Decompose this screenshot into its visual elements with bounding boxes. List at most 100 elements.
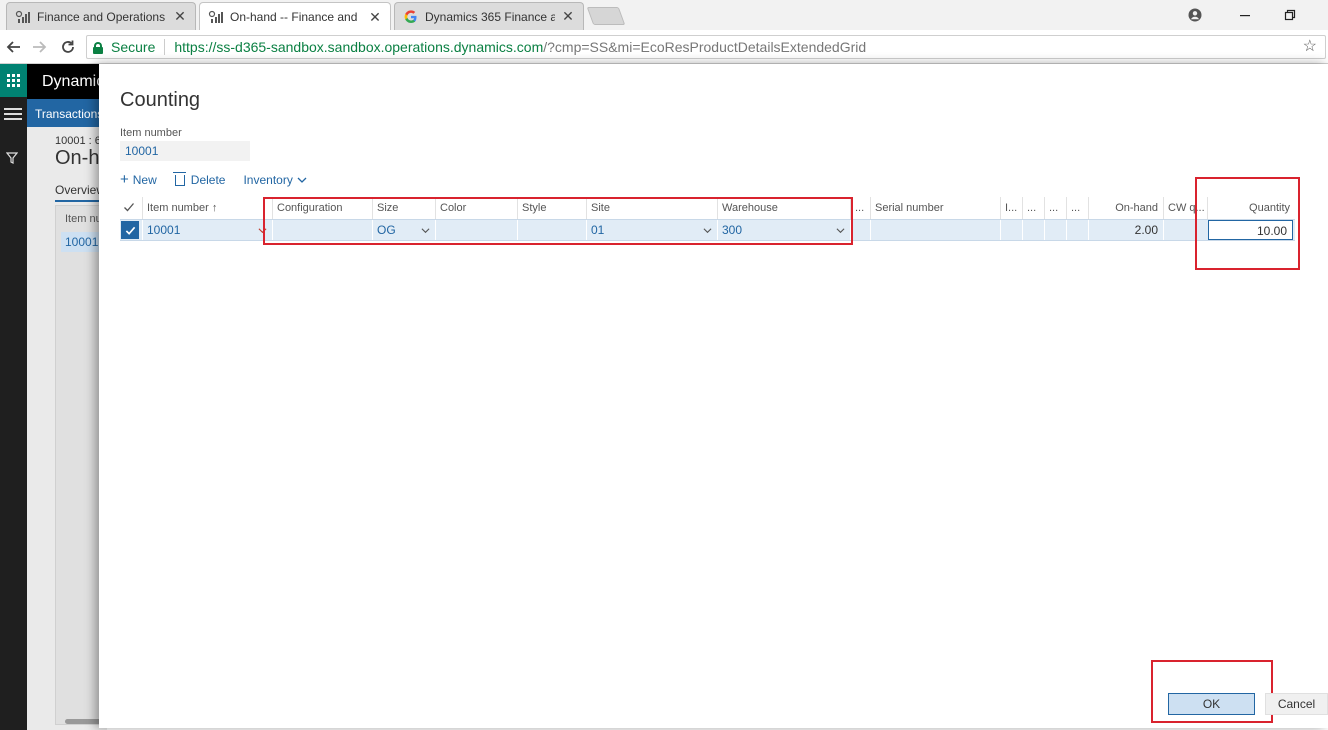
chevron-down-icon[interactable] [258, 226, 267, 235]
checkmark-icon [124, 203, 134, 212]
delete-button[interactable]: Delete [172, 171, 226, 187]
chevron-down-icon[interactable] [421, 226, 430, 235]
table-row[interactable]: 10001 OG 01 300 2.00 10.00 [120, 219, 1295, 241]
secure-label: Secure [111, 39, 156, 55]
cell-collapsed[interactable] [1000, 220, 1022, 240]
close-icon[interactable]: ✕ [368, 9, 382, 26]
cell-style[interactable] [517, 220, 586, 240]
profile-icon[interactable] [1180, 4, 1210, 26]
col-collapsed[interactable]: ... [1022, 197, 1044, 219]
filter-icon[interactable] [5, 152, 20, 166]
inventory-menu-button[interactable]: Inventory [243, 173, 307, 187]
new-button[interactable]: + New [120, 171, 157, 188]
cell-cw-quantity[interactable] [1163, 220, 1207, 240]
d365-icon [15, 9, 31, 25]
dialog-toolbar: + New Delete Inventory [120, 170, 325, 190]
back-arrow-icon[interactable] [2, 36, 24, 58]
chevron-down-icon[interactable] [703, 226, 712, 235]
google-icon [403, 9, 419, 25]
col-configuration[interactable]: Configuration [272, 197, 372, 219]
col-collapsed[interactable]: ... [1044, 197, 1066, 219]
background-page: 10001 : 6 On-h Overview Item nu 10001 [27, 127, 107, 730]
col-site[interactable]: Site [586, 197, 717, 219]
browser-toolbar: Secure https://ss-d365-sandbox.sandbox.o… [0, 30, 1328, 64]
minimize-icon[interactable] [1230, 4, 1260, 26]
col-warehouse[interactable]: Warehouse [717, 197, 850, 219]
cell-collapsed[interactable] [1044, 220, 1066, 240]
tab-overview[interactable]: Overview [55, 183, 106, 202]
cell-site[interactable]: 01 [586, 220, 717, 240]
secure-indicator[interactable]: Secure [93, 39, 155, 55]
col-serial-number[interactable]: Serial number [870, 197, 1000, 219]
close-icon[interactable]: ✕ [173, 8, 187, 25]
col-quantity[interactable]: Quantity [1207, 197, 1295, 219]
cell-item-number-value: 10001 [147, 223, 181, 237]
ok-button[interactable]: OK [1168, 693, 1255, 715]
cell-serial-number[interactable] [870, 220, 1000, 240]
browser-tabstrip: Finance and Operations ✕ On-hand -- Fina… [0, 0, 1328, 31]
col-on-hand[interactable]: On-hand [1088, 197, 1163, 219]
cell-configuration[interactable] [272, 220, 372, 240]
url-divider [164, 39, 166, 55]
quantity-input[interactable]: 10.00 [1208, 220, 1293, 240]
new-label: New [132, 173, 157, 187]
item-number-label: Item number [120, 127, 182, 139]
item-number-field[interactable]: 10001 [120, 141, 250, 161]
plus-icon: + [120, 171, 129, 188]
cell-collapsed[interactable] [1022, 220, 1044, 240]
cell-color[interactable] [435, 220, 517, 240]
delete-label: Delete [190, 173, 226, 187]
cell-warehouse[interactable]: 300 [717, 220, 850, 240]
counting-dialog: Counting Item number 10001 + New Delete … [99, 64, 1328, 728]
lock-icon [93, 41, 103, 54]
chevron-down-icon [297, 177, 307, 183]
close-icon[interactable]: ✕ [561, 8, 575, 25]
col-collapsed[interactable]: ... [1066, 197, 1088, 219]
cancel-button[interactable]: Cancel [1265, 693, 1328, 715]
url-path: /?cmp=SS&mi=EcoResProductDetailsExtended… [543, 39, 867, 55]
col-cw-quantity[interactable]: CW q... [1163, 197, 1207, 219]
col-item-number-label: Item number [147, 202, 209, 214]
page-title: On-h [55, 147, 100, 169]
new-tab-button[interactable] [586, 7, 626, 25]
inventory-label: Inventory [243, 173, 293, 187]
trash-icon [172, 171, 186, 186]
col-item-number[interactable]: Item number ↑ [142, 197, 272, 219]
dialog-title: Counting [120, 89, 201, 111]
forward-arrow-icon[interactable] [29, 36, 51, 58]
background-column-header: Item nu [65, 213, 102, 225]
url-host: https://ss-d365-sandbox.sandbox.operatio… [174, 39, 544, 55]
cell-collapsed[interactable] [850, 220, 870, 240]
app-launcher-icon[interactable] [0, 64, 27, 97]
tab-label: On-hand -- Finance and [230, 10, 358, 24]
col-size[interactable]: Size [372, 197, 435, 219]
address-bar[interactable]: Secure https://ss-d365-sandbox.sandbox.o… [86, 35, 1326, 59]
browser-tab-finance-operations[interactable]: Finance and Operations ✕ [6, 2, 196, 30]
col-collapsed[interactable]: ... [850, 197, 870, 219]
restore-icon[interactable] [1275, 4, 1305, 26]
bookmark-star-icon[interactable]: ☆ [1303, 36, 1317, 58]
checkmark-icon [125, 226, 135, 235]
hamburger-menu-icon[interactable] [4, 108, 22, 122]
cell-item-number[interactable]: 10001 [142, 220, 272, 240]
col-collapsed[interactable]: I... [1000, 197, 1022, 219]
grid-header: Item number ↑ Configuration Size Color S… [120, 197, 1295, 219]
cell-collapsed[interactable] [1066, 220, 1088, 240]
cell-warehouse-value: 300 [722, 223, 743, 237]
browser-tab-dynamics-365[interactable]: Dynamics 365 Finance ar ✕ [394, 2, 584, 30]
cell-on-hand: 2.00 [1088, 220, 1163, 240]
chevron-down-icon[interactable] [836, 226, 845, 235]
breadcrumb: 10001 : 6 [55, 135, 101, 147]
app-title: Dynamics [27, 64, 107, 99]
cell-size[interactable]: OG [372, 220, 435, 240]
tab-label: Finance and Operations [37, 9, 166, 24]
action-pane-tab[interactable]: Transactions [27, 99, 107, 127]
select-all-checkbox[interactable] [120, 197, 142, 219]
row-checkbox[interactable] [121, 221, 139, 239]
browser-tab-on-hand[interactable]: On-hand -- Finance and ✕ [199, 2, 391, 31]
reload-icon[interactable] [57, 36, 79, 58]
tab-label: Dynamics 365 Finance ar [425, 9, 555, 24]
col-color[interactable]: Color [435, 197, 517, 219]
col-style[interactable]: Style [517, 197, 586, 219]
sort-ascending-icon: ↑ [211, 202, 218, 214]
